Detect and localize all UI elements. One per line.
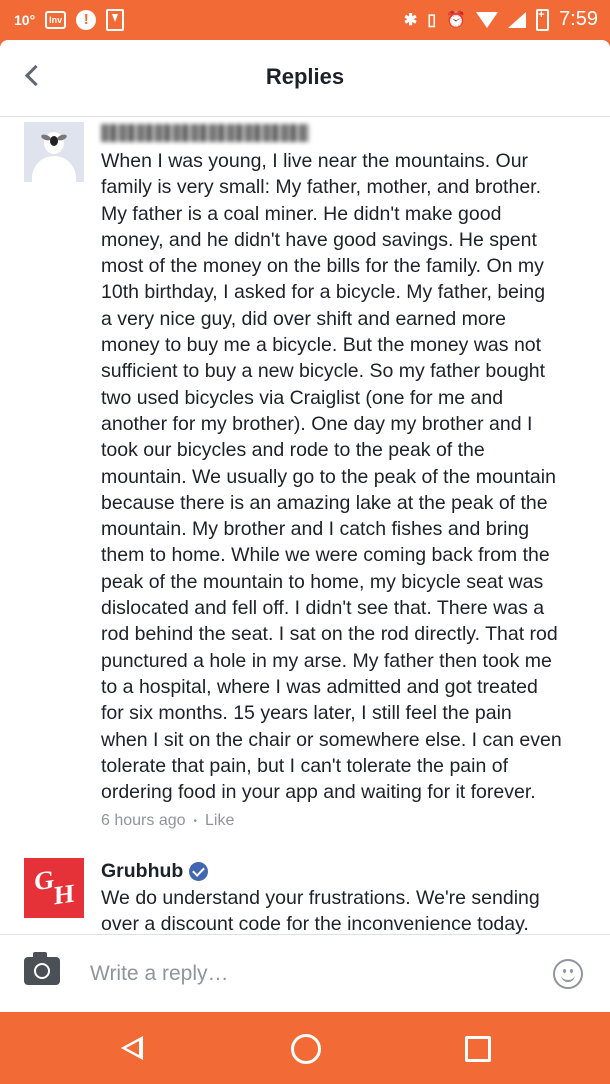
reply-author[interactable]: Grubhub <box>101 860 209 883</box>
bluetooth-icon: ✱ <box>403 11 418 29</box>
alarm-icon: ⏰ <box>446 11 467 29</box>
nav-recents-icon[interactable] <box>465 1036 491 1062</box>
verified-icon <box>189 862 209 881</box>
grubhub-avatar[interactable]: G H <box>24 858 84 918</box>
avatar-letter-g: G <box>34 864 55 897</box>
clock-time: 7:59 <box>559 8 598 30</box>
nav-home-icon[interactable] <box>291 1034 321 1064</box>
page-title: Replies <box>265 64 345 89</box>
vibrate-icon: ▯ <box>427 11 437 29</box>
alert-icon: ! <box>76 10 97 30</box>
avatar-letter-h: H <box>54 878 75 911</box>
meta-separator: • <box>193 815 198 827</box>
nav-back-icon[interactable] <box>121 1036 143 1060</box>
emoji-icon[interactable] <box>553 959 583 989</box>
redacted-commenter-name[interactable] <box>101 124 309 142</box>
status-bar: 10° Inv ! ✱ ▯ ⏰ 7:59 <box>0 0 610 40</box>
comment-body: When I was young, I live near the mounta… <box>101 150 562 804</box>
temperature-indicator: 10° <box>14 12 36 28</box>
camera-icon[interactable] <box>24 952 60 985</box>
wifi-icon <box>476 11 499 28</box>
like-button[interactable]: Like <box>205 812 234 830</box>
reply-input[interactable] <box>88 955 532 993</box>
reply-author-name[interactable]: Grubhub <box>101 860 183 883</box>
battery-icon <box>536 8 550 31</box>
commenter-avatar[interactable] <box>24 122 84 182</box>
comment-meta: 6 hours ago • Like <box>101 812 234 830</box>
download-icon <box>106 9 125 31</box>
comment-timestamp: 6 hours ago <box>101 812 186 829</box>
signal-icon <box>508 11 527 28</box>
notification-badge-icon: Inv <box>45 11 67 29</box>
reply-composer <box>0 934 610 1013</box>
system-nav-bar <box>0 1012 610 1084</box>
reply-body: We do understand your frustrations. We'r… <box>101 887 540 936</box>
replies-header: Replies <box>0 40 610 117</box>
